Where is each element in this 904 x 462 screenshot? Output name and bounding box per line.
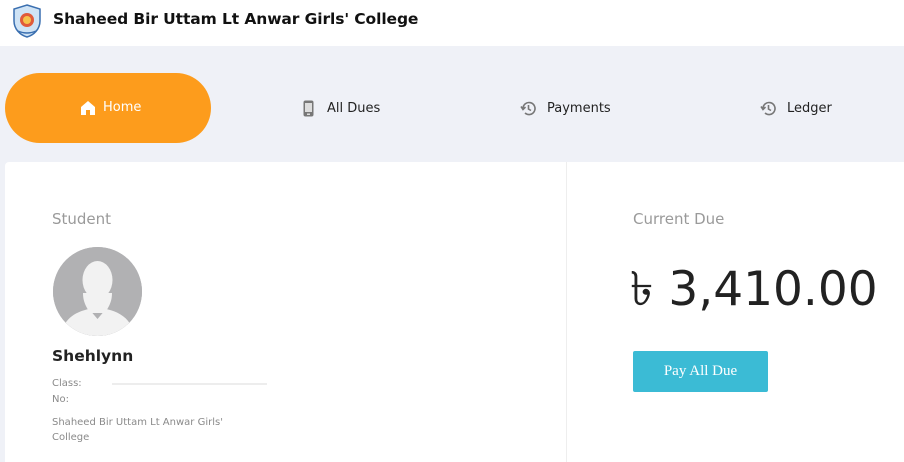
current-due-label: Current Due [633,210,725,228]
student-avatar [53,247,142,336]
nav-home-tab[interactable]: Home [5,73,211,143]
student-institution: Shaheed Bir Uttam Lt Anwar Girls' Colleg… [52,417,223,443]
college-title: Shaheed Bir Uttam Lt Anwar Girls' Colleg… [53,10,419,28]
nav-all-dues-label: All Dues [327,100,381,116]
history-icon [520,101,536,115]
number-label: No: [52,394,69,405]
nav-payments-label: Payments [547,100,611,116]
top-header: Shaheed Bir Uttam Lt Anwar Girls' Colleg… [0,0,904,46]
current-due-amount: ৳ 3,410.00 [630,262,878,317]
class-value-redacted [112,383,267,385]
nav-payments-tab[interactable]: Payments [520,73,611,143]
pay-all-due-button[interactable]: Pay All Due [633,351,768,392]
college-logo-icon [13,4,41,38]
class-label: Class: [52,378,82,389]
student-section-label: Student [52,210,112,228]
phone-icon [303,100,314,116]
history-icon [760,101,776,115]
nav-all-dues-tab[interactable]: All Dues [300,73,380,143]
nav-ledger-tab[interactable]: Ledger [760,73,832,143]
student-name: Shehlynn [52,347,134,365]
nav-ledger-label: Ledger [787,100,832,116]
avatar-placeholder-icon [53,247,142,336]
nav-home-label: Home [103,100,142,115]
home-icon [81,101,95,115]
card-divider [566,162,567,462]
